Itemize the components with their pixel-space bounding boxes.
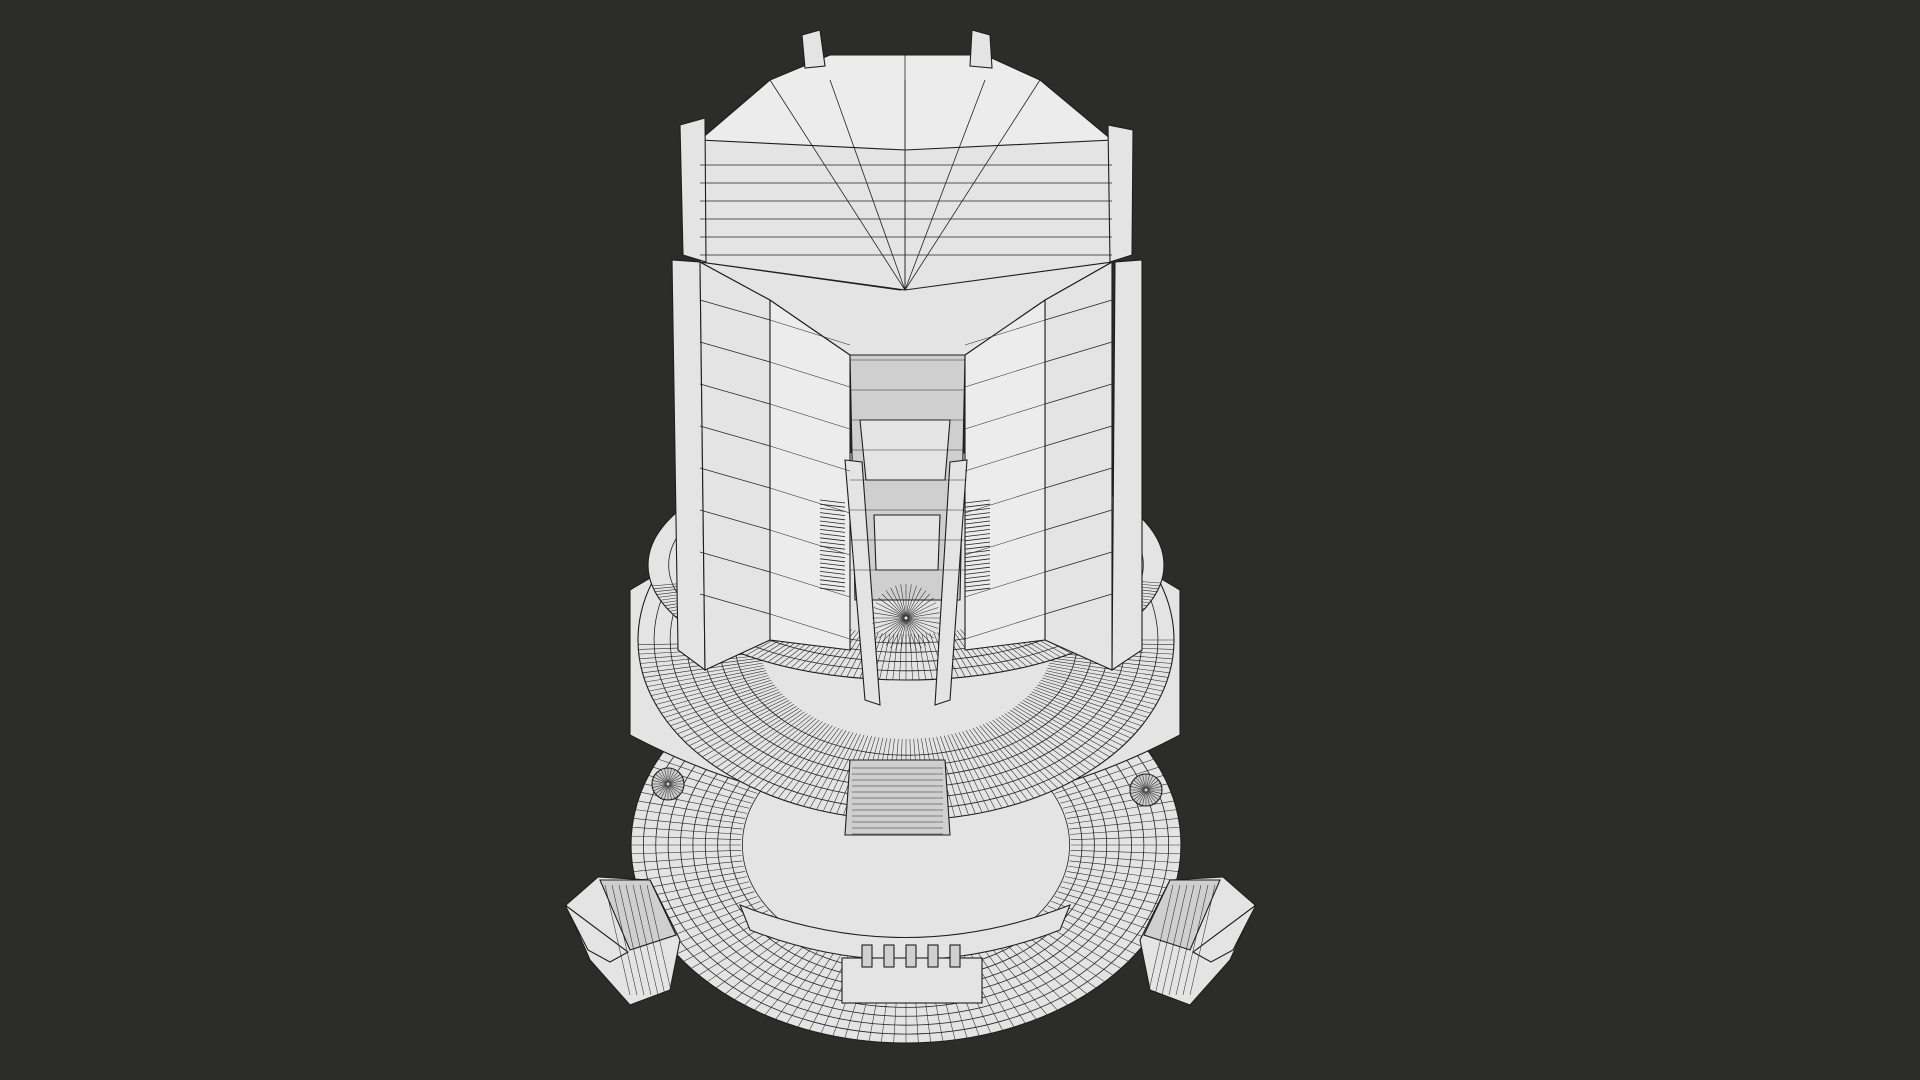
wireframe-model bbox=[564, 29, 1257, 1044]
3d-viewport[interactable] bbox=[0, 0, 1920, 1080]
right-socket bbox=[1129, 773, 1163, 807]
left-socket bbox=[651, 767, 685, 801]
